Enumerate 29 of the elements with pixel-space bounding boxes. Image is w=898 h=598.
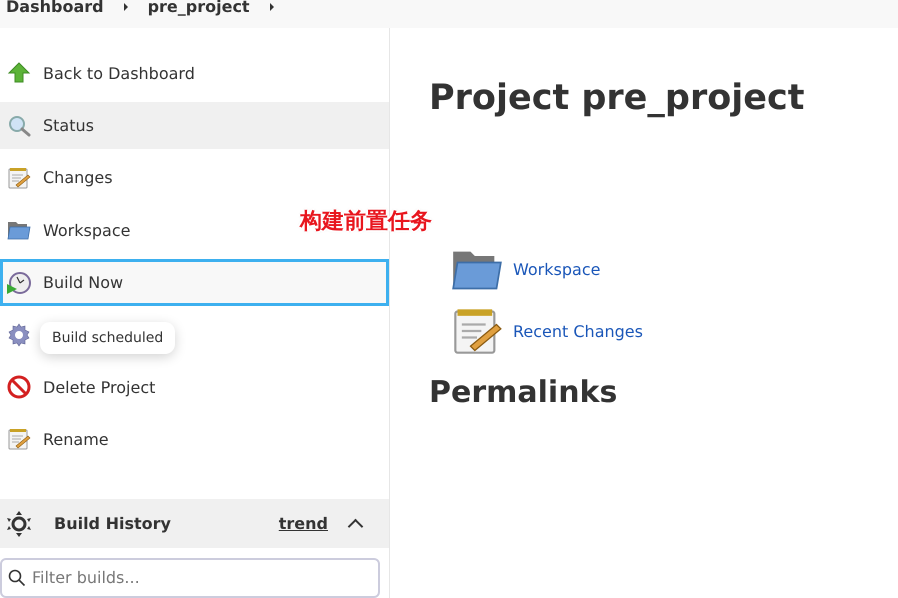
sidebar-item[interactable]: Status	[0, 102, 389, 150]
sidebar-item[interactable]: Delete Project	[0, 364, 162, 410]
sun-icon	[6, 510, 32, 537]
breadcrumb-arrow-icon[interactable]	[270, 3, 274, 11]
search-icon	[8, 568, 26, 587]
clock-icon	[7, 270, 31, 294]
sidebar-item[interactable]: Build Now	[0, 259, 389, 306]
annotation-text: 构建前置任务	[300, 208, 432, 236]
sidebar-item[interactable]: Rename	[0, 416, 116, 463]
link[interactable]: Workspace	[513, 260, 600, 278]
filter-field[interactable]: Filter builds...	[0, 558, 380, 598]
notepad-icon	[7, 427, 31, 452]
breadcrumb-arrow-icon[interactable]	[124, 3, 128, 11]
project-title: Project pre_project	[429, 78, 806, 118]
section-heading: Permalinks	[429, 375, 618, 410]
up-arrow-icon	[7, 61, 31, 86]
gear-icon	[7, 322, 31, 347]
breadcrumb-link[interactable]: Dashboard	[6, 0, 104, 15]
sidebar-item[interactable]: Workspace	[0, 206, 138, 254]
tooltip: Build scheduled	[40, 322, 176, 354]
sidebar-item[interactable]: Back to Dashboard	[0, 50, 202, 97]
no-entry-icon	[7, 375, 31, 400]
sidebar-item[interactable]: Changes	[0, 154, 120, 202]
build-history-title: Build History	[54, 514, 172, 534]
search-icon	[7, 114, 31, 138]
notepad-icon	[7, 166, 31, 190]
link[interactable]: Recent Changes	[513, 322, 643, 340]
breadcrumb-link[interactable]: pre_project	[148, 0, 250, 15]
trend-link[interactable]: trend	[278, 514, 328, 534]
